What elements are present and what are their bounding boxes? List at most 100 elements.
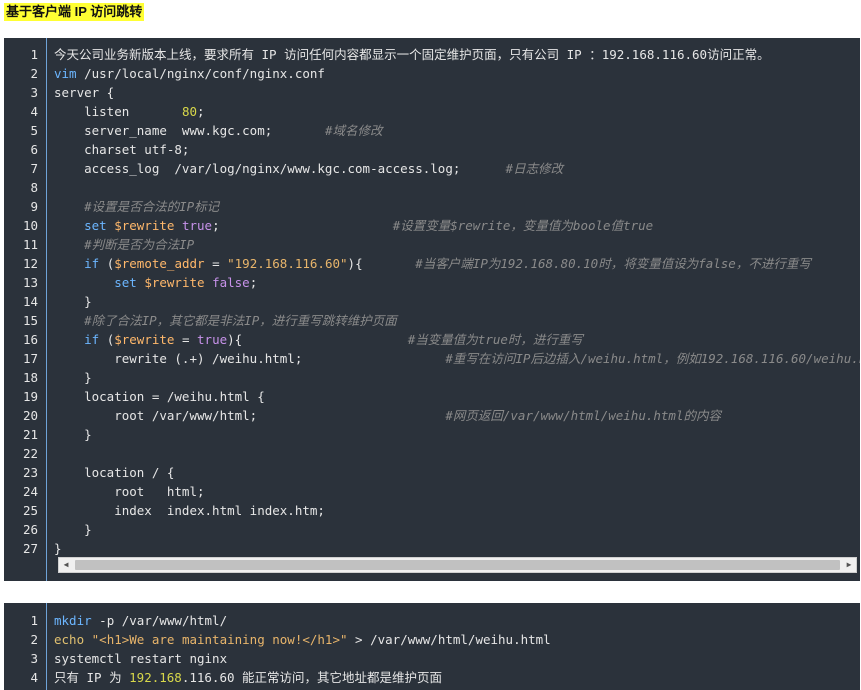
code-token: server_name www.kgc.com; — [54, 123, 325, 138]
code-token: ){ — [227, 332, 408, 347]
line-number: 4 — [30, 104, 38, 119]
code-line: 15 #除了合法IP，其它都是非法IP，进行重写跳转维护页面 — [4, 311, 860, 330]
code-line: 7 access_log /var/log/nginx/www.kgc.com-… — [4, 159, 860, 178]
code-line: 5 server_name www.kgc.com; #域名修改 — [4, 121, 860, 140]
code-text: } — [54, 520, 860, 539]
code-text: listen 80; — [54, 102, 860, 121]
horizontal-scrollbar[interactable]: ◀ ▶ — [58, 557, 857, 573]
code-line: 22 — [4, 444, 860, 463]
code-line: 4 只有 IP 为 192.168.116.60 能正常访问，其它地址都是维护页面 — [4, 668, 860, 687]
line-number: 26 — [22, 522, 38, 537]
code-token: #当变量值为true时，进行重写 — [407, 332, 583, 347]
code-token: ; — [212, 218, 393, 233]
code-token: } — [54, 522, 92, 537]
code-token: } — [54, 294, 92, 309]
code-token: /usr/local/nginx/conf/nginx.conf — [76, 66, 325, 81]
code-text: server { — [54, 83, 860, 102]
line-number: 21 — [22, 427, 38, 442]
code-line: 3 server { — [4, 83, 860, 102]
code-line: 2 echo "<h1>We are maintaining now!</h1>"… — [4, 630, 860, 649]
code-line: 4 listen 80; — [4, 102, 860, 121]
line-number: 12 — [22, 256, 38, 271]
code-text: server_name www.kgc.com; #域名修改 — [54, 121, 860, 140]
line-number: 6 — [30, 142, 38, 157]
scrollbar-thumb[interactable] — [75, 560, 840, 570]
code-line: 2 vim /usr/local/nginx/conf/nginx.conf — [4, 64, 860, 83]
code-text: root html; — [54, 482, 860, 501]
code-token: server { — [54, 85, 115, 100]
line-number: 2 — [30, 66, 38, 81]
code-lines: 1 今天公司业务新版本上线，要求所有 IP 访问任何内容都显示一个固定维护页面，只… — [4, 45, 860, 558]
scroll-left-arrow-icon[interactable]: ◀ — [59, 558, 73, 572]
code-token: #日志修改 — [505, 161, 564, 176]
line-number: 8 — [30, 180, 38, 195]
code-line: 25 index index.html index.htm; — [4, 501, 860, 520]
code-token: $rewrite — [144, 275, 205, 290]
line-number: 2 — [30, 632, 38, 647]
code-line: 11 #判断是否为合法IP — [4, 235, 860, 254]
code-line: 14 } — [4, 292, 860, 311]
code-token: if — [84, 256, 100, 271]
line-number: 7 — [30, 161, 38, 176]
line-number: 4 — [30, 670, 38, 685]
code-token: ){ — [347, 256, 416, 271]
nginx-config-code-block: 1 今天公司业务新版本上线，要求所有 IP 访问任何内容都显示一个固定维护页面，只… — [4, 38, 860, 581]
code-line: 24 root html; — [4, 482, 860, 501]
code-token: } — [54, 541, 62, 556]
code-token: #域名修改 — [324, 123, 383, 138]
section-heading: 基于客户端 IP 访问跳转 — [4, 3, 145, 21]
line-number: 25 — [22, 503, 38, 518]
code-line: 18 } — [4, 368, 860, 387]
code-text: root /var/www/html; #网页返回/var/www/html/w… — [54, 406, 860, 425]
code-token: mkdir — [54, 613, 92, 628]
code-token: 80 — [181, 104, 197, 119]
code-text: access_log /var/log/nginx/www.kgc.com-ac… — [54, 159, 860, 178]
code-text: #设置是否合法的IP标记 — [54, 197, 860, 216]
code-token: #设置是否合法的IP标记 — [84, 199, 220, 214]
code-line: 13 set $rewrite false; — [4, 273, 860, 292]
code-token: set — [114, 275, 137, 290]
code-token: "192.168.116.60" — [227, 256, 348, 271]
code-text: if ($remote_addr = "192.168.116.60"){ #当… — [54, 254, 860, 273]
code-line: 12 if ($remote_addr = "192.168.116.60"){… — [4, 254, 860, 273]
code-token: index index.html index.htm; — [54, 503, 325, 518]
code-token: rewrite (.+) /weihu.html; — [54, 351, 446, 366]
code-line: 20 root /var/www/html; #网页返回/var/www/htm… — [4, 406, 860, 425]
code-token: systemctl restart nginx — [54, 651, 228, 666]
code-line: 27} — [4, 539, 860, 558]
code-token: listen — [54, 104, 182, 119]
code-token: #设置变量$rewrite，变量值为boole值true — [392, 218, 654, 233]
code-token: #重写在访问IP后边插入/weihu.html，例如192.168.116.60… — [445, 351, 860, 366]
code-text: #除了合法IP，其它都是非法IP，进行重写跳转维护页面 — [54, 311, 860, 330]
code-token: } — [54, 370, 92, 385]
line-number: 1 — [30, 47, 38, 62]
code-token: 192.168 — [129, 670, 182, 685]
code-token: > /var/www/html/weihu.html — [347, 632, 551, 647]
code-text: rewrite (.+) /weihu.html; #重写在访问IP后边插入/w… — [54, 349, 860, 368]
line-number: 9 — [30, 199, 38, 214]
code-line: 26 } — [4, 520, 860, 539]
code-lines: 1 mkdir -p /var/www/html/2 echo "<h1>We ar… — [4, 611, 860, 687]
line-number: 18 — [22, 370, 38, 385]
line-number: 11 — [22, 237, 38, 252]
code-token: .116.60 能正常访问，其它地址都是维护页面 — [181, 670, 443, 685]
shell-commands-code-block: 1 mkdir -p /var/www/html/2 echo "<h1>We ar… — [4, 603, 860, 690]
code-token: root /var/www/html; — [54, 408, 446, 423]
code-text: #判断是否为合法IP — [54, 235, 860, 254]
code-text: } — [54, 425, 860, 444]
code-token: location / { — [54, 465, 175, 480]
code-text: location / { — [54, 463, 860, 482]
line-number: 10 — [22, 218, 38, 233]
code-token: 今天公司业务新版本上线，要求所有 IP 访问任何内容都显示一个固定维护页面，只有… — [54, 47, 770, 62]
code-line: 1 mkdir -p /var/www/html/ — [4, 611, 860, 630]
code-text: 只有 IP 为 192.168.116.60 能正常访问，其它地址都是维护页面 — [54, 668, 860, 687]
code-text: set $rewrite true; #设置变量$rewrite，变量值为boo… — [54, 216, 860, 235]
code-line: 23 location / { — [4, 463, 860, 482]
code-token: vim — [54, 66, 77, 81]
scroll-right-arrow-icon[interactable]: ▶ — [842, 558, 856, 572]
code-line: 16 if ($rewrite = true){ #当变量值为true时，进行重… — [4, 330, 860, 349]
